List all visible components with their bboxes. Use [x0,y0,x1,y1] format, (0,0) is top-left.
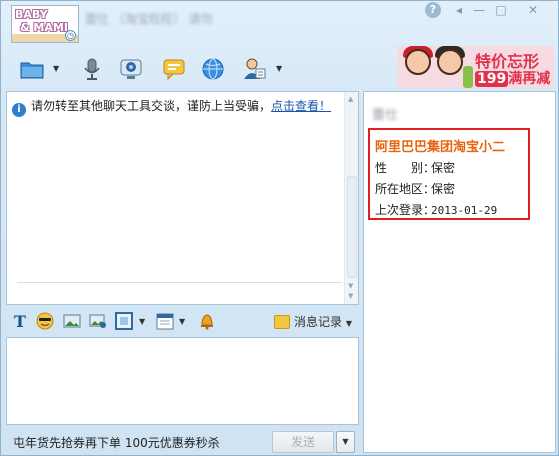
webcam-icon[interactable] [118,57,144,81]
globe-icon[interactable] [200,57,226,81]
message-history-panel[interactable]: i 请勿转至其他聊天工具交谈，谨防上当受骗，点击查看！ ▲ ▼ ▼ [6,91,359,305]
user-card-dropdown-icon[interactable]: ▼ [276,65,284,73]
info-row-gender: 性 别：保密 [375,159,455,176]
format-toolbar: T ▼ ▼ 消息记录 ▼ [6,308,359,336]
info-value: 2013-01-29 [431,204,498,217]
image-icon[interactable] [63,312,81,330]
calendar-dropdown-icon[interactable]: ▼ [179,318,187,326]
frame-dropdown-icon[interactable]: ▼ [139,318,147,326]
chat-window: BABY & MAMI ◷ 蕾仕 （淘宝旺旺） 请勿 ? ◂ — □ ✕ ▼ ▼… [0,0,559,456]
title-bar: BABY & MAMI ◷ 蕾仕 （淘宝旺旺） 请勿 ? ◂ — □ ✕ [1,1,558,47]
user-card-icon[interactable] [241,57,267,81]
font-icon[interactable]: T [12,312,30,331]
folder-dropdown-icon[interactable]: ▼ [53,65,61,73]
message-input[interactable] [6,337,359,425]
info-row-last-login: 上次登录：2013-01-29 [375,201,497,218]
info-label: 性 别： [375,161,436,175]
help-button[interactable]: ? [425,2,441,18]
frame-icon[interactable] [115,312,133,330]
contact-details-box: 阿里巴巴集团淘宝小二 性 别：保密 所在地区：保密 上次登录：2013-01-2… [368,128,530,220]
svg-text:T: T [14,312,26,330]
scroll-up-icon[interactable]: ▲ [348,95,356,103]
scrollbar-thumb[interactable] [347,176,357,278]
history-label: 消息记录 [294,315,343,329]
info-label: 上次登录： [375,203,436,217]
minimize-button[interactable]: — [469,3,489,19]
send-options-dropdown[interactable]: ▼ [336,431,355,453]
history-button[interactable]: 消息记录 ▼ [274,312,352,332]
banner-character-face-2 [437,49,463,75]
info-value: 保密 [431,161,456,175]
notice-link[interactable]: 点击查看！ [271,99,331,113]
avatar-logo-text-1: BABY [15,8,48,21]
window-title: 蕾仕 （淘宝旺旺） 请勿 [85,12,213,26]
contact-organization: 阿里巴巴集团淘宝小二 [375,140,506,155]
contact-name: 蕾仕 [372,108,399,123]
calendar-icon[interactable] [156,312,174,330]
promo-link[interactable]: 屯年货先抢券再下单 100元优惠券秒杀 [13,434,220,451]
history-icon [274,315,290,329]
clock-icon: ◷ [65,30,76,41]
info-label: 所在地区： [375,182,436,196]
emoji-icon[interactable] [36,312,54,330]
contact-info-panel: 蕾仕 阿里巴巴集团淘宝小二 性 别：保密 所在地区：保密 上次登录：2013-0… [363,91,556,453]
scroll-end-icon[interactable]: ▼ [348,292,356,300]
notice-text: 请勿转至其他聊天工具交谈，谨防上当受骗， [31,99,272,113]
screenshot-icon[interactable] [89,312,107,330]
info-row-region: 所在地区：保密 [375,180,455,197]
folder-icon[interactable] [19,57,45,81]
avatar[interactable]: BABY & MAMI ◷ [11,5,79,43]
info-icon: i [12,103,26,117]
ad-banner[interactable]: 特价忘形 199 满再减 [397,46,554,88]
history-dropdown-icon: ▼ [345,319,352,328]
microphone-icon[interactable] [79,57,105,81]
banner-character-face [405,49,431,75]
maximize-button[interactable]: □ [491,3,511,19]
banner-bottle-icon [463,66,473,88]
message-divider [17,282,342,283]
banner-subline: 199 满再减 [475,68,550,88]
banner-subline-text: 满再减 [508,71,551,87]
close-button[interactable]: ✕ [515,3,551,19]
chat-bubble-icon[interactable] [161,57,187,81]
main-toolbar: ▼ ▼ [1,51,391,87]
avatar-logo-text-2: & MAMI [20,21,68,34]
send-button[interactable]: 发送 [272,431,334,453]
scroll-down-icon[interactable]: ▼ [348,282,356,290]
message-scrollbar[interactable]: ▲ ▼ ▼ [344,92,358,304]
pin-button[interactable]: ◂ [449,3,469,19]
banner-price: 199 [475,71,509,87]
bell-icon[interactable] [198,312,216,330]
security-notice: i 请勿转至其他聊天工具交谈，谨防上当受骗，点击查看！ [7,92,345,118]
info-value: 保密 [431,182,456,196]
